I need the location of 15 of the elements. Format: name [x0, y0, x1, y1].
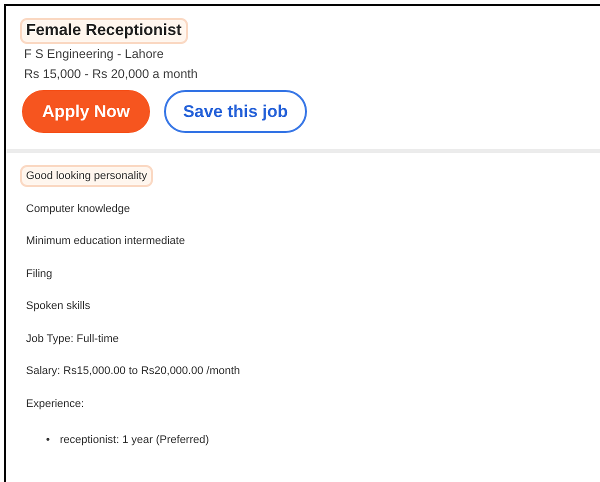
salary-range: Rs 15,000 - Rs 20,000 a month — [23, 66, 199, 83]
description-line: Spoken skills — [25, 299, 92, 314]
description-line: Filing — [25, 266, 54, 282]
description-line: Experience: — [25, 396, 86, 412]
description-line: Job Type: Full-time — [25, 332, 120, 346]
description-line: Good looking personality — [20, 165, 154, 187]
job-title: Female Receptionist — [20, 18, 188, 44]
bullet: • — [46, 434, 50, 446]
description-line: receptionist: 1 year (Preferred) — [58, 432, 210, 448]
description-line: Salary: Rs15,000.00 to Rs20,000.00 /month — [25, 364, 242, 379]
description-line: Minimum education intermediate — [25, 234, 186, 249]
apply-button[interactable]: Apply Now — [22, 90, 150, 133]
save-button[interactable]: Save this job — [164, 90, 307, 133]
description-line: Computer knowledge — [25, 202, 131, 216]
company-location: F S Engineering - Lahore — [23, 46, 165, 63]
